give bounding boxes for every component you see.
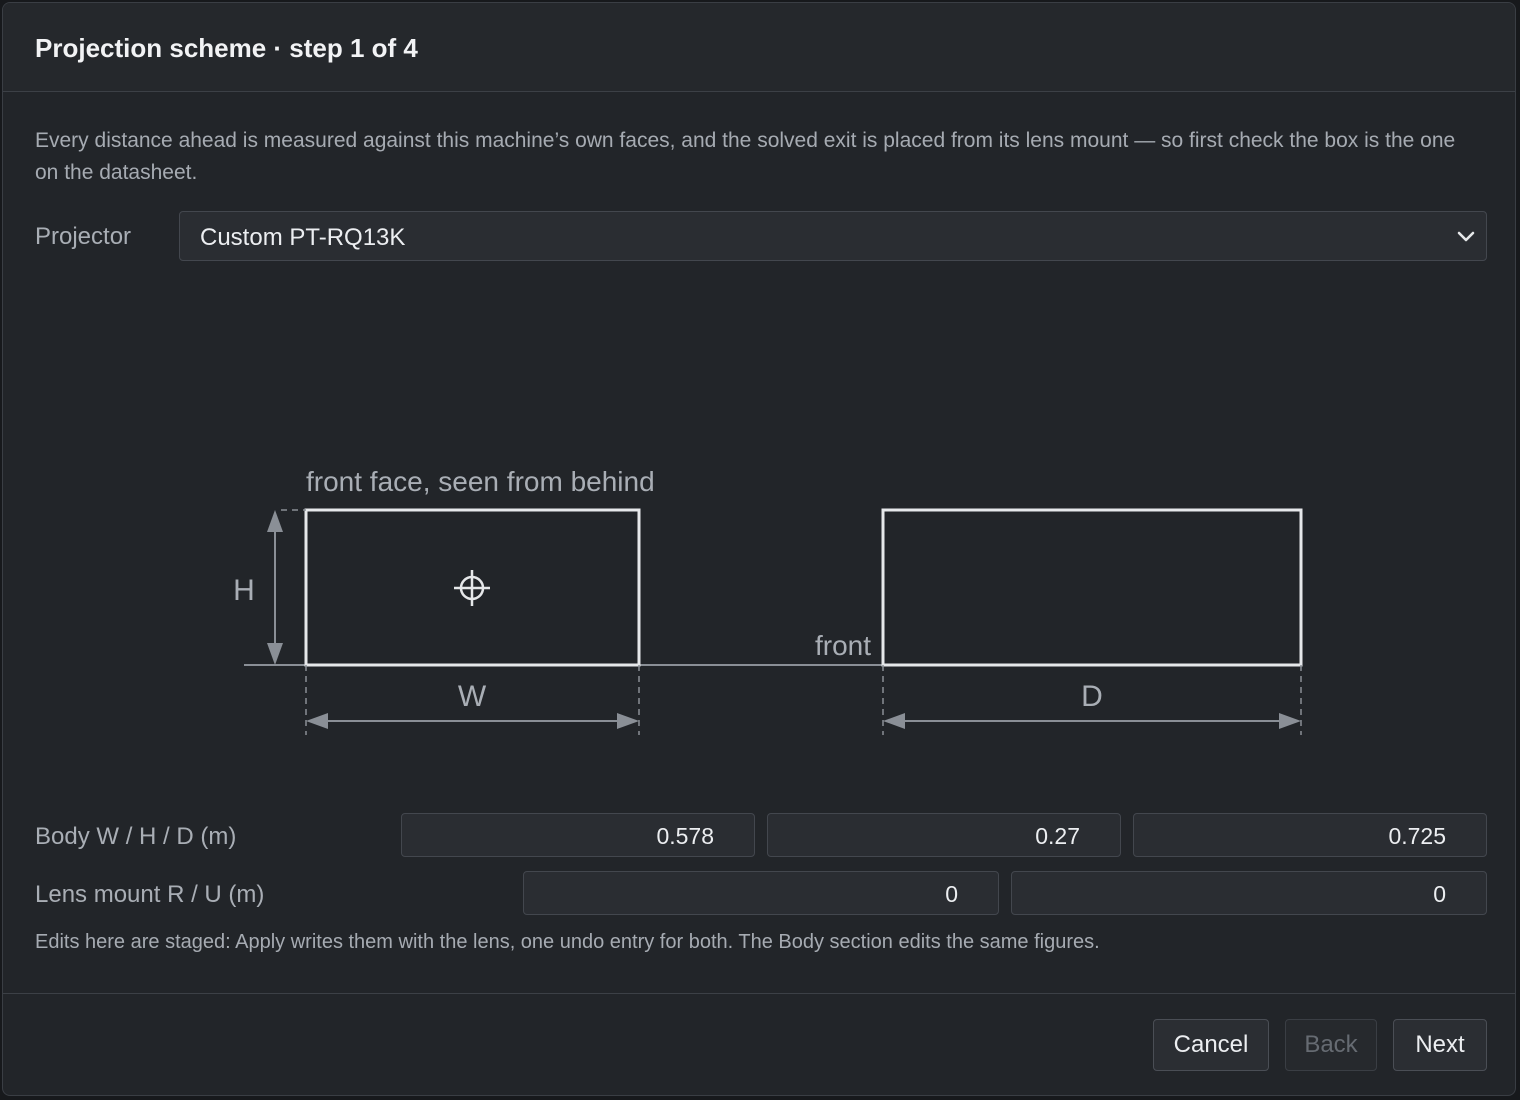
d-arrow-left bbox=[883, 713, 905, 729]
lens-mount-label: Lens mount R / U (m) bbox=[35, 881, 265, 908]
body-height-value: 0.27 bbox=[1035, 823, 1080, 849]
lens-mount-up-input[interactable]: 0 bbox=[1011, 871, 1487, 915]
cancel-button[interactable]: Cancel bbox=[1153, 1019, 1269, 1071]
projector-select[interactable]: Custom PT-RQ13K bbox=[179, 211, 1487, 261]
lens-mount-right-input[interactable]: 0 bbox=[523, 871, 999, 915]
body-height-input[interactable]: 0.27 bbox=[767, 813, 1121, 857]
body-dimensions-label: Body W / H / D (m) bbox=[35, 823, 237, 850]
lens-mount-right-value: 0 bbox=[945, 881, 958, 907]
back-button[interactable]: Back bbox=[1285, 1019, 1377, 1071]
lens-mount-up-value: 0 bbox=[1433, 881, 1446, 907]
dialog-title: Projection scheme · step 1 of 4 bbox=[35, 33, 418, 63]
footer-divider bbox=[3, 993, 1515, 994]
w-arrow-right bbox=[617, 713, 639, 729]
body-depth-value: 0.725 bbox=[1388, 823, 1446, 849]
projection-scheme-dialog: Projection scheme · step 1 of 4 Every di… bbox=[2, 2, 1516, 1096]
staging-note: Edits here are staged: Apply writes them… bbox=[35, 931, 1100, 953]
next-button[interactable]: Next bbox=[1393, 1019, 1487, 1071]
projector-select-value: Custom PT-RQ13K bbox=[200, 224, 406, 251]
crosshair-icon bbox=[454, 570, 490, 606]
h-label: H bbox=[233, 574, 255, 607]
projector-body-diagram: front face, seen from behind H W D front bbox=[233, 466, 1303, 735]
intro-text: Every distance ahead is measured against… bbox=[35, 129, 1456, 184]
chevron-down-icon bbox=[1457, 231, 1475, 242]
h-arrow-down bbox=[267, 643, 283, 665]
w-label: W bbox=[458, 680, 487, 713]
body-depth-input[interactable]: 0.725 bbox=[1133, 813, 1487, 857]
title-bar: Projection scheme · step 1 of 4 bbox=[3, 3, 1515, 92]
d-arrow-right bbox=[1279, 713, 1301, 729]
front-face-caption: front face, seen from behind bbox=[306, 466, 655, 497]
w-arrow-left bbox=[306, 713, 328, 729]
body-width-value: 0.578 bbox=[656, 823, 714, 849]
side-box bbox=[881, 508, 1303, 667]
d-label: D bbox=[1081, 680, 1103, 713]
h-arrow-up bbox=[267, 510, 283, 532]
front-label: front bbox=[815, 630, 871, 661]
projector-label: Projector bbox=[35, 223, 132, 250]
body-width-input[interactable]: 0.578 bbox=[401, 813, 755, 857]
